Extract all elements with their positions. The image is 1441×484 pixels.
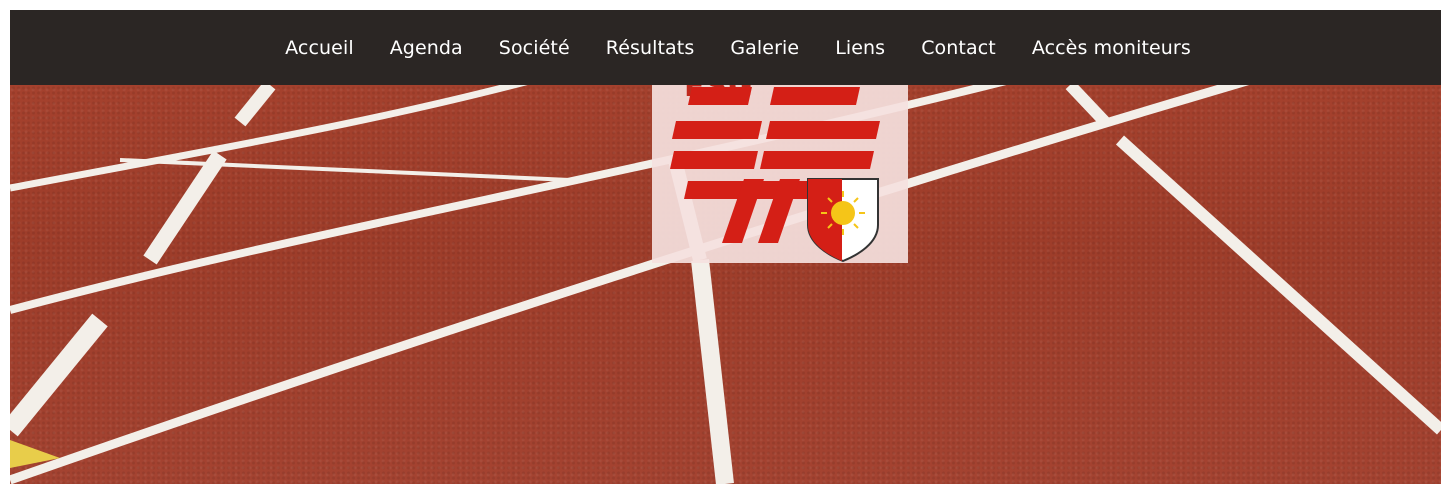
club-logo[interactable]: FSG — [652, 85, 908, 263]
nav-item-acces-moniteurs[interactable]: Accès moniteurs — [1014, 37, 1209, 59]
nav-item-liens[interactable]: Liens — [817, 37, 903, 59]
shield-icon — [807, 178, 879, 263]
fsg-emblem-icon — [670, 87, 880, 263]
nav-menu: Accueil Agenda Société Résultats Galerie… — [267, 37, 1209, 59]
nav-item-contact[interactable]: Contact — [903, 37, 1014, 59]
nav-item-agenda[interactable]: Agenda — [372, 37, 481, 59]
main-navigation: Accueil Agenda Société Résultats Galerie… — [10, 10, 1441, 85]
nav-item-resultats[interactable]: Résultats — [588, 37, 713, 59]
nav-item-societe[interactable]: Société — [481, 37, 588, 59]
nav-item-galerie[interactable]: Galerie — [712, 37, 817, 59]
nav-item-accueil[interactable]: Accueil — [267, 37, 372, 59]
